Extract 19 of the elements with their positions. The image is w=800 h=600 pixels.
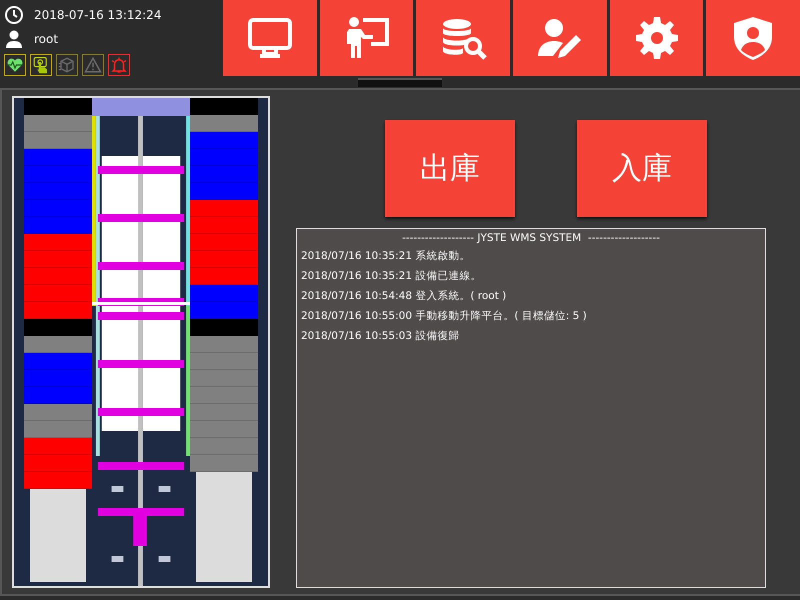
log-title: ------------------- JYSTE WMS SYSTEM ------------------- bbox=[401, 232, 661, 244]
settings-button[interactable] bbox=[610, 0, 704, 76]
monitor-button[interactable] bbox=[223, 0, 317, 76]
user-icon bbox=[4, 29, 24, 49]
clock-icon bbox=[4, 5, 24, 25]
panel-handle[interactable] bbox=[358, 78, 442, 87]
log-entry: 2018/07/16 10:55:00 手動移動升降平台。( 目標儲位: 5 ) bbox=[301, 309, 588, 324]
log-entry: 2018/07/16 10:54:48 登入系統。( root ) bbox=[301, 289, 508, 304]
action-button[interactable]: 出庫 bbox=[385, 120, 515, 217]
database-search-button[interactable] bbox=[416, 0, 510, 76]
user-edit-button[interactable] bbox=[513, 0, 607, 76]
username-text: root bbox=[34, 32, 58, 46]
log-entry: 2018/07/16 10:55:03 設備復歸 bbox=[301, 329, 460, 344]
user-shield-button[interactable] bbox=[706, 0, 800, 76]
datetime-text: 2018-07-16 13:12:24 bbox=[34, 8, 162, 22]
log-entry: 2018/07/16 10:35:21 設備已連線。 bbox=[301, 269, 482, 284]
presenter-button[interactable] bbox=[320, 0, 414, 76]
log-entry: 2018/07/16 10:35:21 系統啟動。 bbox=[301, 249, 472, 264]
action-button[interactable]: 入庫 bbox=[577, 120, 707, 217]
